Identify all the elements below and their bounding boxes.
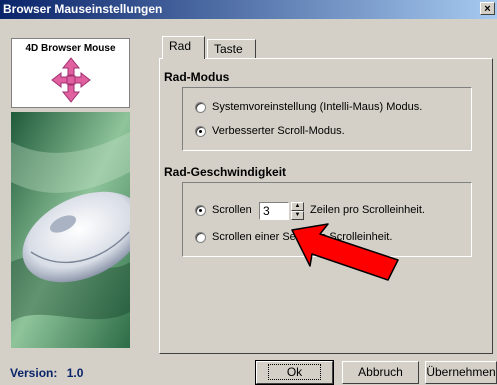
rad-modus-group: Systemvoreinstellung (Intelli-Maus) Modu… [182, 87, 472, 151]
title-bar[interactable]: Browser Mauseinstellungen × [0, 0, 497, 19]
version-label: Version: [10, 366, 58, 380]
spin-up-icon[interactable]: ▲ [291, 202, 304, 211]
window-title: Browser Mauseinstellungen [3, 2, 163, 16]
tab-panel-rad: Rad-Modus Systemvoreinstellung (Intelli-… [159, 58, 493, 354]
scroll-lines-input[interactable]: 3 [259, 202, 289, 220]
cancel-button[interactable]: Abbruch [342, 361, 419, 384]
dialog-window: Browser Mauseinstellungen × 4D Browser M… [0, 0, 497, 385]
scroll-lines-suffix: Zeilen pro Scrolleinheit. [310, 204, 425, 216]
radio-intelli-mode[interactable] [195, 101, 206, 113]
version-value: 1.0 [66, 366, 84, 380]
four-way-arrow-icon [51, 57, 91, 103]
option-enhanced-scroll-label: Verbesserter Scroll-Modus. [212, 125, 345, 137]
option-enhanced-scroll[interactable]: Verbesserter Scroll-Modus. [195, 125, 345, 137]
apply-button[interactable]: Übernehmen [425, 361, 497, 384]
option-intelli-mode[interactable]: Systemvoreinstellung (Intelli-Maus) Modu… [195, 101, 422, 113]
tab-taste[interactable]: Taste [207, 39, 256, 59]
rad-modus-heading: Rad-Modus [164, 70, 230, 84]
scroll-lines-spinner[interactable]: ▲ ▼ [291, 202, 304, 220]
radio-enhanced-scroll[interactable] [195, 125, 206, 137]
option-intelli-mode-label: Systemvoreinstellung (Intelli-Maus) Modu… [212, 101, 423, 113]
radio-scroll-lines[interactable] [195, 204, 206, 216]
ok-button-label: Ok [267, 364, 322, 380]
logo-box: 4D Browser Mouse [11, 38, 130, 108]
ok-button[interactable]: Ok [255, 360, 334, 385]
tab-rad[interactable]: Rad [162, 36, 205, 59]
option-scroll-lines-label: Scrollen [212, 204, 252, 216]
radio-scroll-page[interactable] [195, 231, 206, 243]
logo-title: 4D Browser Mouse [25, 43, 116, 54]
option-scroll-lines[interactable]: Scrollen [195, 204, 252, 216]
spin-down-icon[interactable]: ▼ [291, 211, 304, 220]
close-button[interactable]: × [480, 2, 495, 15]
red-arrow-icon [291, 223, 399, 281]
version-info: Version: 1.0 [10, 366, 89, 380]
rad-geschwindigkeit-heading: Rad-Geschwindigkeit [164, 165, 287, 179]
mouse-illustration [11, 112, 130, 348]
